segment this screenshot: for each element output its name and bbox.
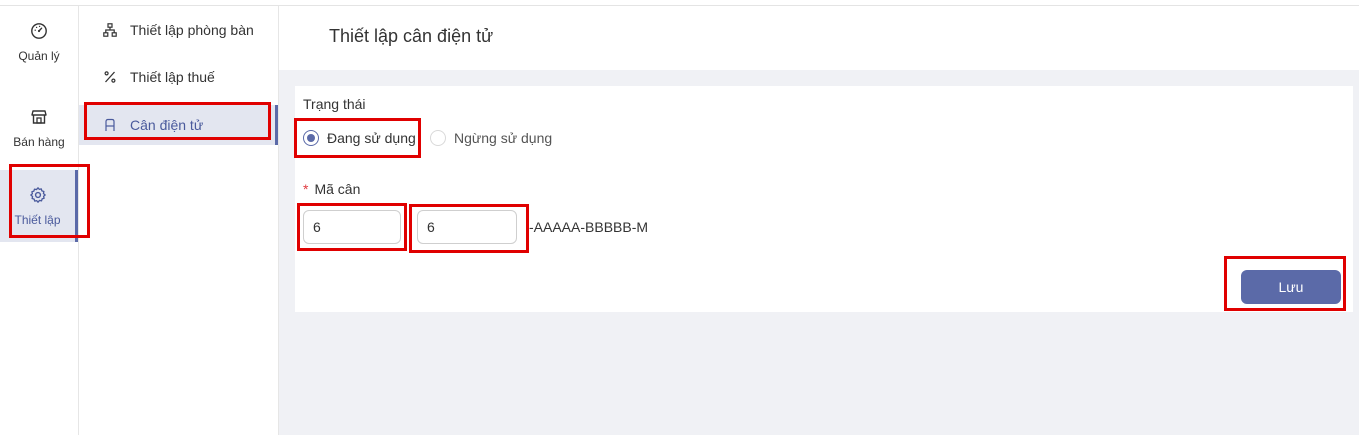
sitemap-icon — [103, 23, 117, 37]
submenu-item-label: Thiết lập phòng bàn — [130, 22, 254, 38]
scale-code-label: * Mã cân — [303, 181, 360, 197]
submenu-item-label: Thiết lập thuế — [130, 69, 215, 85]
submenu-item-thiet-lap-phong-ban[interactable]: Thiết lập phòng bàn — [79, 10, 278, 50]
radio-checked-icon — [303, 130, 319, 146]
rail-item-quan-ly[interactable]: Quản lý — [0, 6, 78, 78]
save-button[interactable]: Lưu — [1241, 270, 1341, 304]
rail-item-label: Quản lý — [18, 49, 60, 63]
settings-submenu: Thiết lập phòng bàn Thiết lập thuế Cân đ… — [79, 6, 279, 435]
radio-unchecked-icon — [430, 130, 446, 146]
scale-code-label-text: Mã cân — [314, 181, 361, 197]
main-content: Thiết lập cân điện tử Trạng thái Đang sử… — [279, 6, 1359, 435]
radio-label: Ngừng sử dụng — [454, 130, 553, 146]
submenu-item-thiet-lap-thue[interactable]: Thiết lập thuế — [79, 57, 278, 97]
scale-code-field-2[interactable] — [417, 210, 517, 244]
rail-item-ban-hang[interactable]: Bán hàng — [0, 92, 78, 164]
page-header: Thiết lập cân điện tử — [279, 6, 1359, 70]
rail-item-thiet-lap[interactable]: Thiết lập — [0, 170, 78, 242]
scale-icon — [103, 118, 117, 132]
scale-code-field-1[interactable] — [303, 210, 401, 244]
rail-item-label: Thiết lập — [14, 213, 61, 227]
status-label: Trạng thái — [303, 96, 366, 112]
left-rail: Quản lý Bán hàng Thiết lập — [0, 6, 79, 435]
store-icon — [29, 107, 49, 127]
percent-icon — [103, 70, 117, 84]
scale-code-suffix: -AAAAA-BBBBB-M — [529, 219, 649, 235]
dashboard-icon — [29, 21, 49, 41]
radio-ngung-su-dung[interactable]: Ngừng sử dụng — [430, 130, 552, 146]
required-mark: * — [303, 181, 309, 197]
page-title: Thiết lập cân điện tử — [329, 26, 494, 46]
radio-label: Đang sử dụng — [327, 130, 416, 146]
radio-dang-su-dung[interactable]: Đang sử dụng — [303, 130, 416, 146]
rail-item-label: Bán hàng — [13, 135, 65, 149]
submenu-item-can-dien-tu[interactable]: Cân điện tử — [79, 105, 278, 145]
scale-settings-card: Trạng thái Đang sử dụng Ngừng sử dụng * M… — [295, 86, 1353, 312]
gear-icon — [28, 185, 48, 205]
submenu-item-label: Cân điện tử — [130, 117, 204, 133]
